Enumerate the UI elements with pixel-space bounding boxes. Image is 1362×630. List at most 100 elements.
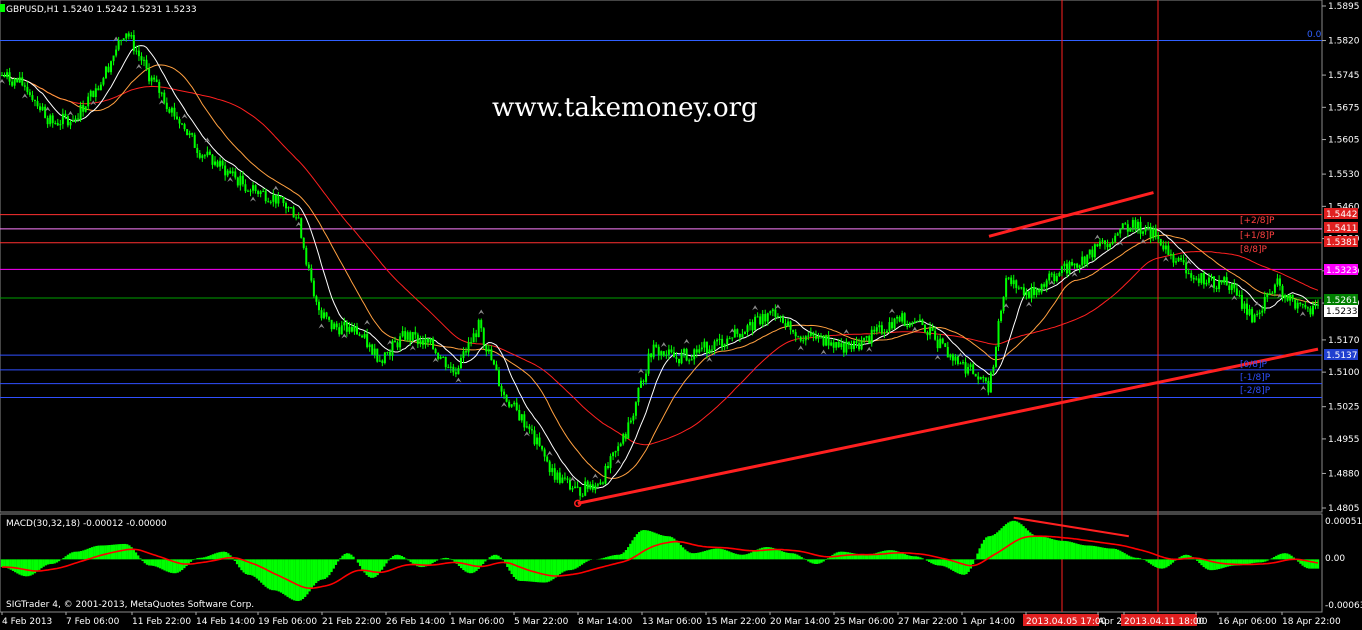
candle-body — [490, 349, 493, 361]
candle-body — [759, 316, 762, 325]
candle-body — [574, 486, 577, 489]
candle-body — [812, 332, 815, 336]
candle-body — [1233, 284, 1236, 289]
time-tick-label: 15 Mar 22:00 — [706, 617, 766, 627]
candle-body — [97, 88, 100, 91]
candle-body — [982, 377, 985, 379]
candle-body — [54, 123, 57, 125]
candle-body — [170, 107, 173, 113]
candle-body — [1256, 313, 1259, 315]
candle-body — [1258, 312, 1261, 314]
candle-body — [733, 329, 736, 338]
candle-body — [125, 33, 128, 39]
candle-body — [84, 106, 87, 112]
candle-body — [115, 49, 118, 56]
candle-body — [1030, 287, 1033, 299]
candle-body — [688, 360, 691, 362]
candle-body — [944, 343, 947, 347]
candle-body — [683, 349, 686, 353]
candle-body — [373, 348, 376, 355]
price-tag-3: 1.5381 — [1326, 238, 1358, 248]
candle-body — [447, 367, 450, 369]
candle-body — [655, 344, 658, 347]
candle-body — [596, 484, 599, 486]
candle-body — [579, 487, 582, 496]
candle-body — [371, 344, 374, 355]
candle-body — [1116, 233, 1119, 236]
candle-body — [201, 155, 204, 158]
candle-body — [1190, 273, 1193, 278]
trading-chart[interactable]: www.takemoney.org GBPUSD,H1 1.5240 1.524… — [0, 0, 1362, 630]
level-label-8-8: [8/8]P — [1240, 245, 1268, 255]
candle-body — [561, 477, 564, 483]
candle-body — [292, 207, 295, 218]
candle-body — [135, 50, 138, 52]
candle-body — [500, 385, 503, 392]
macd-tick-zero: 0.00 — [1325, 554, 1345, 564]
candle-body — [1131, 219, 1134, 228]
candle-body — [449, 366, 452, 368]
candle-body — [198, 153, 201, 158]
candle-body — [822, 335, 825, 346]
candle-body — [323, 312, 326, 319]
candle-body — [543, 449, 546, 457]
candle-body — [269, 201, 272, 203]
candle-body — [391, 340, 394, 356]
candle-body — [1134, 219, 1137, 230]
candle-body — [150, 77, 153, 82]
copyright-text: SIGTrader 4, © 2001-2013, MetaQuotes Sof… — [6, 600, 254, 610]
candle-body — [873, 329, 876, 332]
candle-body — [929, 327, 932, 336]
candle-body — [366, 334, 369, 348]
candle-body — [1114, 235, 1117, 242]
candle-body — [401, 331, 404, 337]
candle-body — [743, 332, 746, 335]
candle-body — [1129, 227, 1132, 232]
level-label-plus2: [+2/8]P — [1240, 216, 1275, 226]
candle-body — [13, 78, 16, 86]
candle-body — [1, 75, 3, 77]
candle-body — [487, 349, 490, 352]
price-tick-label: 1.5605 — [1328, 136, 1360, 146]
candle-body — [1200, 273, 1203, 283]
candle-body — [551, 468, 554, 473]
candle-body — [470, 342, 473, 344]
candle-body — [439, 356, 442, 359]
price-pane[interactable] — [0, 0, 1323, 513]
candle-body — [804, 336, 807, 341]
candle-body — [979, 377, 982, 380]
candle-body — [1286, 295, 1289, 301]
candle-body — [231, 171, 234, 174]
candle-body — [1238, 295, 1241, 297]
candle-body — [840, 343, 843, 348]
candle-body — [647, 353, 650, 374]
candle-body — [799, 336, 802, 341]
candle-body — [1314, 304, 1317, 306]
candle-body — [191, 133, 194, 135]
candle-body — [1218, 280, 1221, 290]
candle-body — [274, 194, 277, 204]
candle-body — [923, 324, 926, 333]
candle-body — [1172, 254, 1175, 263]
candle-body — [1007, 277, 1010, 279]
candle-body — [708, 349, 711, 354]
candle-body — [472, 333, 475, 343]
candle-body — [710, 349, 713, 351]
candle-body — [183, 124, 186, 130]
candle-body — [1076, 263, 1079, 268]
candle-body — [1299, 302, 1302, 304]
candle-body — [307, 264, 310, 269]
candle-body — [1266, 293, 1269, 297]
time-tick-label: 1 Apr 14:00 — [962, 617, 1015, 627]
candle-body — [718, 338, 721, 340]
candle-body — [700, 347, 703, 350]
candle-body — [883, 332, 886, 334]
candle-body — [967, 367, 970, 374]
candle-body — [82, 104, 85, 112]
candle-body — [79, 104, 82, 120]
candle-body — [563, 477, 566, 479]
candle-body — [939, 338, 942, 349]
price-tag-1: 1.5442 — [1326, 210, 1358, 220]
candle-body — [104, 66, 107, 79]
candle-body — [1304, 304, 1307, 308]
